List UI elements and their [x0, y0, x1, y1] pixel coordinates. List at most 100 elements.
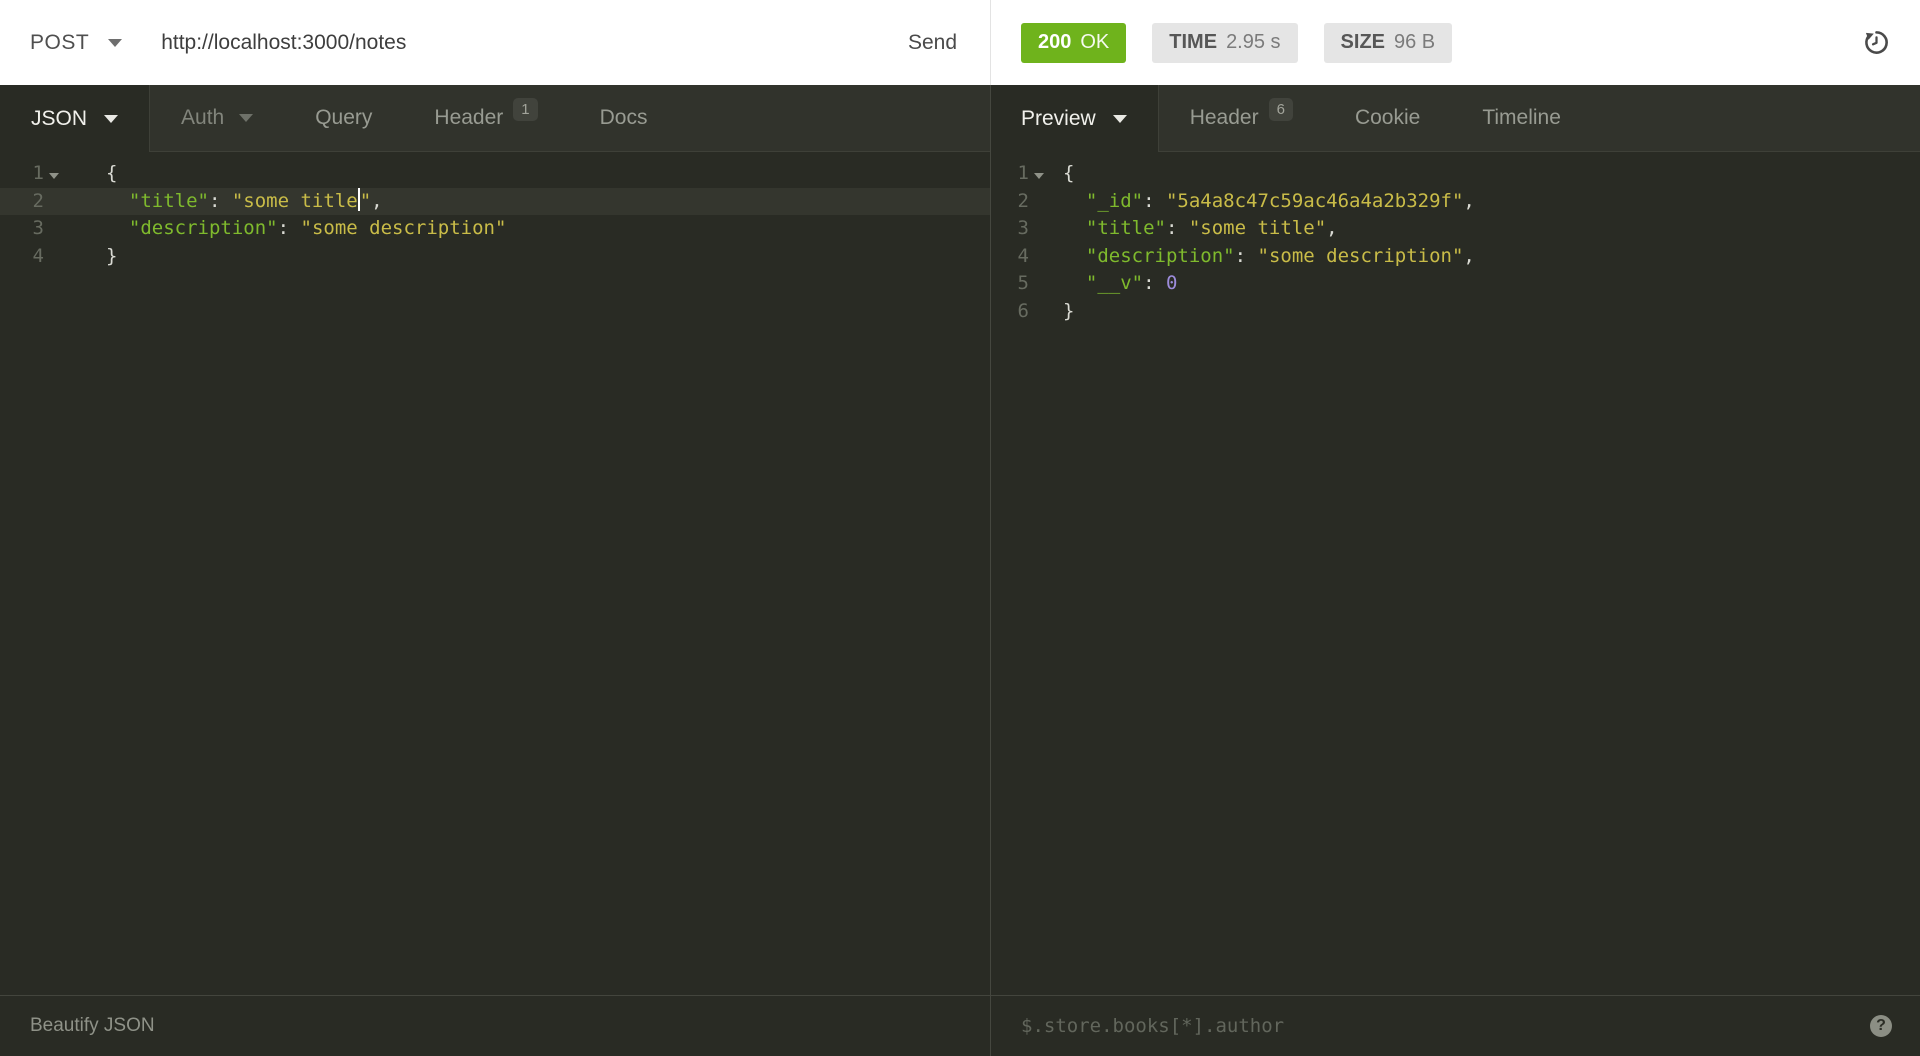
request-pane: POST http://localhost:3000/notes Send JS… [0, 0, 990, 1056]
status-text: OK [1080, 31, 1109, 54]
history-icon [1863, 29, 1890, 56]
tab-label: Header [1190, 106, 1259, 130]
tab-header[interactable]: Header 1 [403, 85, 568, 151]
code-line: 1{ [0, 160, 990, 188]
tab-auth[interactable]: Auth [150, 85, 284, 151]
chevron-down-icon [104, 115, 118, 123]
code-token: "title" [129, 190, 209, 212]
code-token: "__v" [1086, 272, 1143, 294]
response-body-viewer[interactable]: 1{2 "_id": "5a4a8c47c59ac46a4a2b329f",3 … [990, 152, 1920, 995]
url-input[interactable]: http://localhost:3000/notes [161, 31, 406, 55]
tab-query[interactable]: Query [284, 85, 403, 151]
tab-count-badge: 1 [513, 98, 537, 121]
code-text: "title": "some title", [1063, 215, 1338, 243]
tab-label: Header [434, 106, 503, 130]
chevron-down-icon [1113, 115, 1127, 123]
line-number: 1 [990, 160, 1029, 188]
response-filter-input[interactable] [1021, 1015, 1852, 1037]
line-number: 3 [0, 215, 44, 243]
tab-header[interactable]: Header 6 [1159, 85, 1324, 151]
code-text: "title": "some title", [106, 188, 383, 216]
request-url-bar: POST http://localhost:3000/notes Send [0, 0, 990, 85]
code-token: : [1235, 245, 1258, 267]
tab-label: Cookie [1355, 106, 1420, 130]
code-token [106, 217, 129, 239]
tab-count-badge: 6 [1269, 98, 1293, 121]
code-token: "description" [129, 217, 278, 239]
code-token: } [1063, 300, 1074, 322]
chevron-down-icon[interactable] [108, 39, 122, 47]
code-token: "some title" [1189, 217, 1326, 239]
code-token: , [371, 190, 382, 212]
code-text: "_id": "5a4a8c47c59ac46a4a2b329f", [1063, 188, 1475, 216]
code-line: 6} [990, 298, 1920, 326]
status-code: 200 [1038, 31, 1071, 54]
time-label: TIME [1169, 31, 1217, 54]
question-mark-icon[interactable]: ? [1870, 1015, 1892, 1037]
fold-caret-icon[interactable] [1034, 173, 1044, 179]
pane-divider-dark [990, 85, 991, 1056]
line-number: 4 [0, 243, 44, 271]
tab-cookie[interactable]: Cookie [1324, 85, 1451, 151]
code-token: { [1063, 162, 1074, 184]
code-token: : [1143, 272, 1166, 294]
code-text: } [106, 243, 117, 271]
code-text: "description": "some description" [106, 215, 506, 243]
response-pane: 200 OK TIME 2.95 s SIZE 96 B Preview Head… [990, 0, 1920, 1056]
size-label: SIZE [1341, 31, 1385, 54]
code-token: : [1166, 217, 1189, 239]
code-text: { [106, 160, 117, 188]
code-token: : [278, 217, 301, 239]
insomnia-app-window: POST http://localhost:3000/notes Send JS… [0, 0, 1920, 1056]
tab-json[interactable]: JSON [0, 85, 149, 152]
method-dropdown[interactable]: POST [30, 31, 89, 55]
request-tabbar: JSONAuth Query Header 1 Docs [0, 85, 990, 152]
send-button[interactable]: Send [908, 21, 957, 65]
tab-label: Query [315, 106, 372, 130]
response-footer: ? [990, 995, 1920, 1056]
request-body-editor[interactable]: 1{2 "title": "some title",3 "description… [0, 152, 990, 995]
tab-preview[interactable]: Preview [990, 85, 1158, 152]
code-line: 4} [0, 243, 990, 271]
code-token [1063, 245, 1086, 267]
beautify-json-button[interactable]: Beautify JSON [30, 1015, 155, 1037]
tabstrip: Header 6 Cookie Timeline [1158, 85, 1920, 152]
code-line: 5 "__v": 0 [990, 270, 1920, 298]
size-value: 96 B [1394, 31, 1435, 54]
code-token: " [360, 190, 371, 212]
code-line: 1{ [990, 160, 1920, 188]
code-token: : [1143, 190, 1166, 212]
pane-drag-handle[interactable] [990, 0, 991, 1056]
code-token: , [1463, 190, 1474, 212]
code-token [1063, 190, 1086, 212]
code-line: 2 "_id": "5a4a8c47c59ac46a4a2b329f", [990, 188, 1920, 216]
tab-docs[interactable]: Docs [569, 85, 679, 151]
code-token: "some description" [1258, 245, 1464, 267]
tab-label: Docs [600, 106, 648, 130]
tabstrip: Auth Query Header 1 Docs [149, 85, 990, 152]
pane-divider-light [990, 0, 991, 85]
tab-timeline[interactable]: Timeline [1451, 85, 1592, 151]
code-token: } [106, 245, 117, 267]
code-text: "__v": 0 [1063, 270, 1177, 298]
chevron-down-icon [239, 114, 253, 122]
code-token: 0 [1166, 272, 1177, 294]
response-history-button[interactable] [1863, 29, 1890, 56]
request-footer: Beautify JSON [0, 995, 990, 1056]
size-badge: SIZE 96 B [1324, 23, 1453, 63]
line-number: 3 [990, 215, 1029, 243]
fold-caret-icon[interactable] [49, 173, 59, 179]
code-token: : [209, 190, 232, 212]
line-number: 2 [0, 188, 44, 216]
code-token: { [106, 162, 117, 184]
line-number: 1 [0, 160, 44, 188]
time-badge: TIME 2.95 s [1152, 23, 1297, 63]
tab-label: Preview [1021, 107, 1096, 131]
code-token: , [1463, 245, 1474, 267]
line-number: 4 [990, 243, 1029, 271]
response-tabbar: Preview Header 6 Cookie Timeline [990, 85, 1920, 152]
code-token: , [1326, 217, 1337, 239]
code-token: "5a4a8c47c59ac46a4a2b329f" [1166, 190, 1463, 212]
code-text: "description": "some description", [1063, 243, 1475, 271]
code-line: 3 "title": "some title", [990, 215, 1920, 243]
